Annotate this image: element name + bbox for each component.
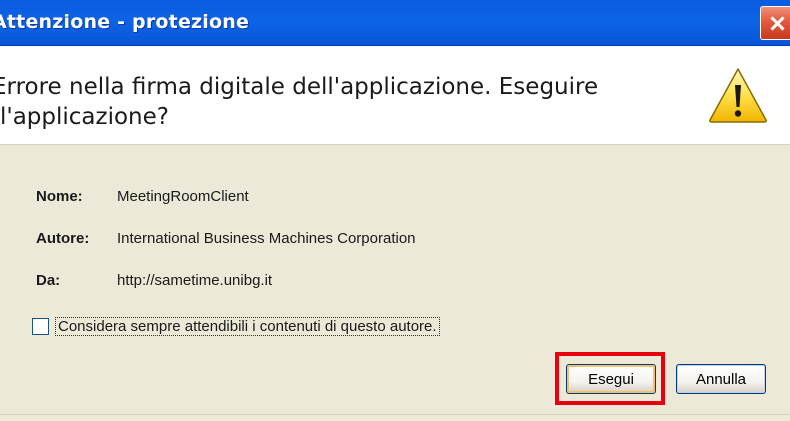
divider — [0, 144, 790, 145]
name-value: MeetingRoomClient — [117, 188, 249, 205]
author-value: International Business Machines Corporat… — [117, 230, 416, 247]
window-title: Attenzione - protezione — [0, 11, 250, 33]
from-value: http://sametime.unibg.it — [117, 272, 273, 289]
trust-checkbox[interactable] — [32, 318, 49, 335]
trust-checkbox-label[interactable]: Considera sempre attendibili i contenuti… — [55, 317, 440, 336]
bottom-divider — [0, 414, 790, 415]
warning-message: Errore nella firma digitale dell'applica… — [0, 74, 599, 130]
cancel-button[interactable]: Annulla — [676, 364, 766, 394]
run-button[interactable]: Esegui — [566, 364, 656, 394]
name-label: Nome: — [36, 188, 83, 205]
warning-icon — [709, 68, 767, 123]
author-label: Autore: — [36, 230, 90, 247]
close-icon[interactable] — [760, 6, 790, 40]
title-bar[interactable]: Attenzione - protezione — [0, 0, 790, 46]
from-label: Da: — [36, 272, 61, 289]
dialog-header: Errore nella firma digitale dell'applica… — [0, 46, 790, 144]
